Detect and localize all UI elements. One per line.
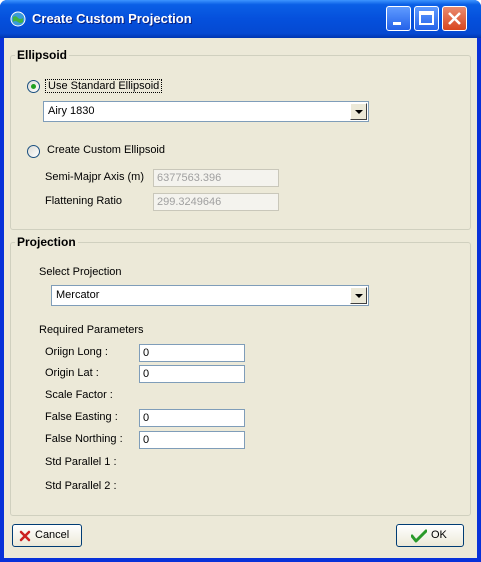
flattening-ratio-label: Flattening Ratio bbox=[45, 195, 123, 207]
close-button[interactable] bbox=[442, 6, 467, 31]
window-title: Create Custom Projection bbox=[32, 11, 192, 26]
semi-major-axis-label: Semi-Majpr Axis (m) bbox=[45, 171, 145, 183]
cancel-button-label: Cancel bbox=[35, 529, 70, 541]
std-parallel-2-label: Std Parallel 2 : bbox=[45, 480, 117, 492]
projection-dropdown[interactable]: Mercator bbox=[51, 285, 369, 306]
false-northing-label: False Northing : bbox=[45, 433, 123, 445]
minimize-button[interactable] bbox=[386, 6, 411, 31]
false-easting-label: False Easting : bbox=[45, 411, 118, 423]
create-custom-ellipsoid-radio[interactable] bbox=[27, 145, 40, 158]
ellipsoid-group-title: Ellipsoid bbox=[15, 48, 70, 62]
chevron-down-icon[interactable] bbox=[350, 103, 367, 120]
semi-major-axis-field[interactable]: 6377563.396 bbox=[153, 169, 279, 187]
projection-value: Mercator bbox=[56, 289, 100, 301]
origin-long-field[interactable]: 0 bbox=[139, 344, 245, 362]
origin-lat-field[interactable]: 0 bbox=[139, 365, 245, 383]
ellipsoid-group: Ellipsoid Use Standard Ellipsoid Airy 18… bbox=[10, 48, 471, 230]
false-easting-field[interactable]: 0 bbox=[139, 409, 245, 427]
dialog-client-area: Ellipsoid Use Standard Ellipsoid Airy 18… bbox=[4, 38, 477, 558]
projection-group-title: Projection bbox=[15, 235, 78, 249]
ok-button[interactable]: OK bbox=[396, 524, 464, 547]
title-bar[interactable]: Create Custom Projection bbox=[0, 0, 481, 38]
origin-lat-label: Origin Lat : bbox=[45, 367, 99, 379]
app-globe-icon bbox=[10, 11, 26, 27]
flattening-ratio-field[interactable]: 299.3249646 bbox=[153, 193, 279, 211]
projection-group: Projection Select Projection Mercator Re… bbox=[10, 235, 471, 516]
cancel-x-icon bbox=[19, 530, 31, 542]
select-projection-label: Select Projection bbox=[39, 266, 122, 278]
minimize-icon bbox=[393, 22, 401, 25]
required-parameters-label: Required Parameters bbox=[39, 324, 144, 336]
create-custom-ellipsoid-label[interactable]: Create Custom Ellipsoid bbox=[47, 144, 165, 156]
standard-ellipsoid-value: Airy 1830 bbox=[48, 105, 95, 117]
checkmark-icon bbox=[411, 529, 427, 543]
origin-long-label: Oriign Long : bbox=[45, 346, 108, 358]
ok-button-label: OK bbox=[431, 529, 447, 541]
standard-ellipsoid-dropdown[interactable]: Airy 1830 bbox=[43, 101, 369, 122]
std-parallel-1-label: Std Parallel 1 : bbox=[45, 456, 117, 468]
use-standard-ellipsoid-label[interactable]: Use Standard Ellipsoid bbox=[45, 79, 163, 93]
maximize-icon bbox=[419, 11, 434, 25]
false-northing-field[interactable]: 0 bbox=[139, 431, 245, 449]
dialog-window: Create Custom Projection Ellipsoid Use S… bbox=[0, 0, 481, 562]
close-icon bbox=[448, 12, 461, 25]
use-standard-ellipsoid-radio[interactable] bbox=[27, 80, 40, 93]
maximize-button[interactable] bbox=[414, 6, 439, 31]
cancel-button[interactable]: Cancel bbox=[12, 524, 82, 547]
chevron-down-icon[interactable] bbox=[350, 287, 367, 304]
scale-factor-label: Scale Factor : bbox=[45, 389, 113, 401]
